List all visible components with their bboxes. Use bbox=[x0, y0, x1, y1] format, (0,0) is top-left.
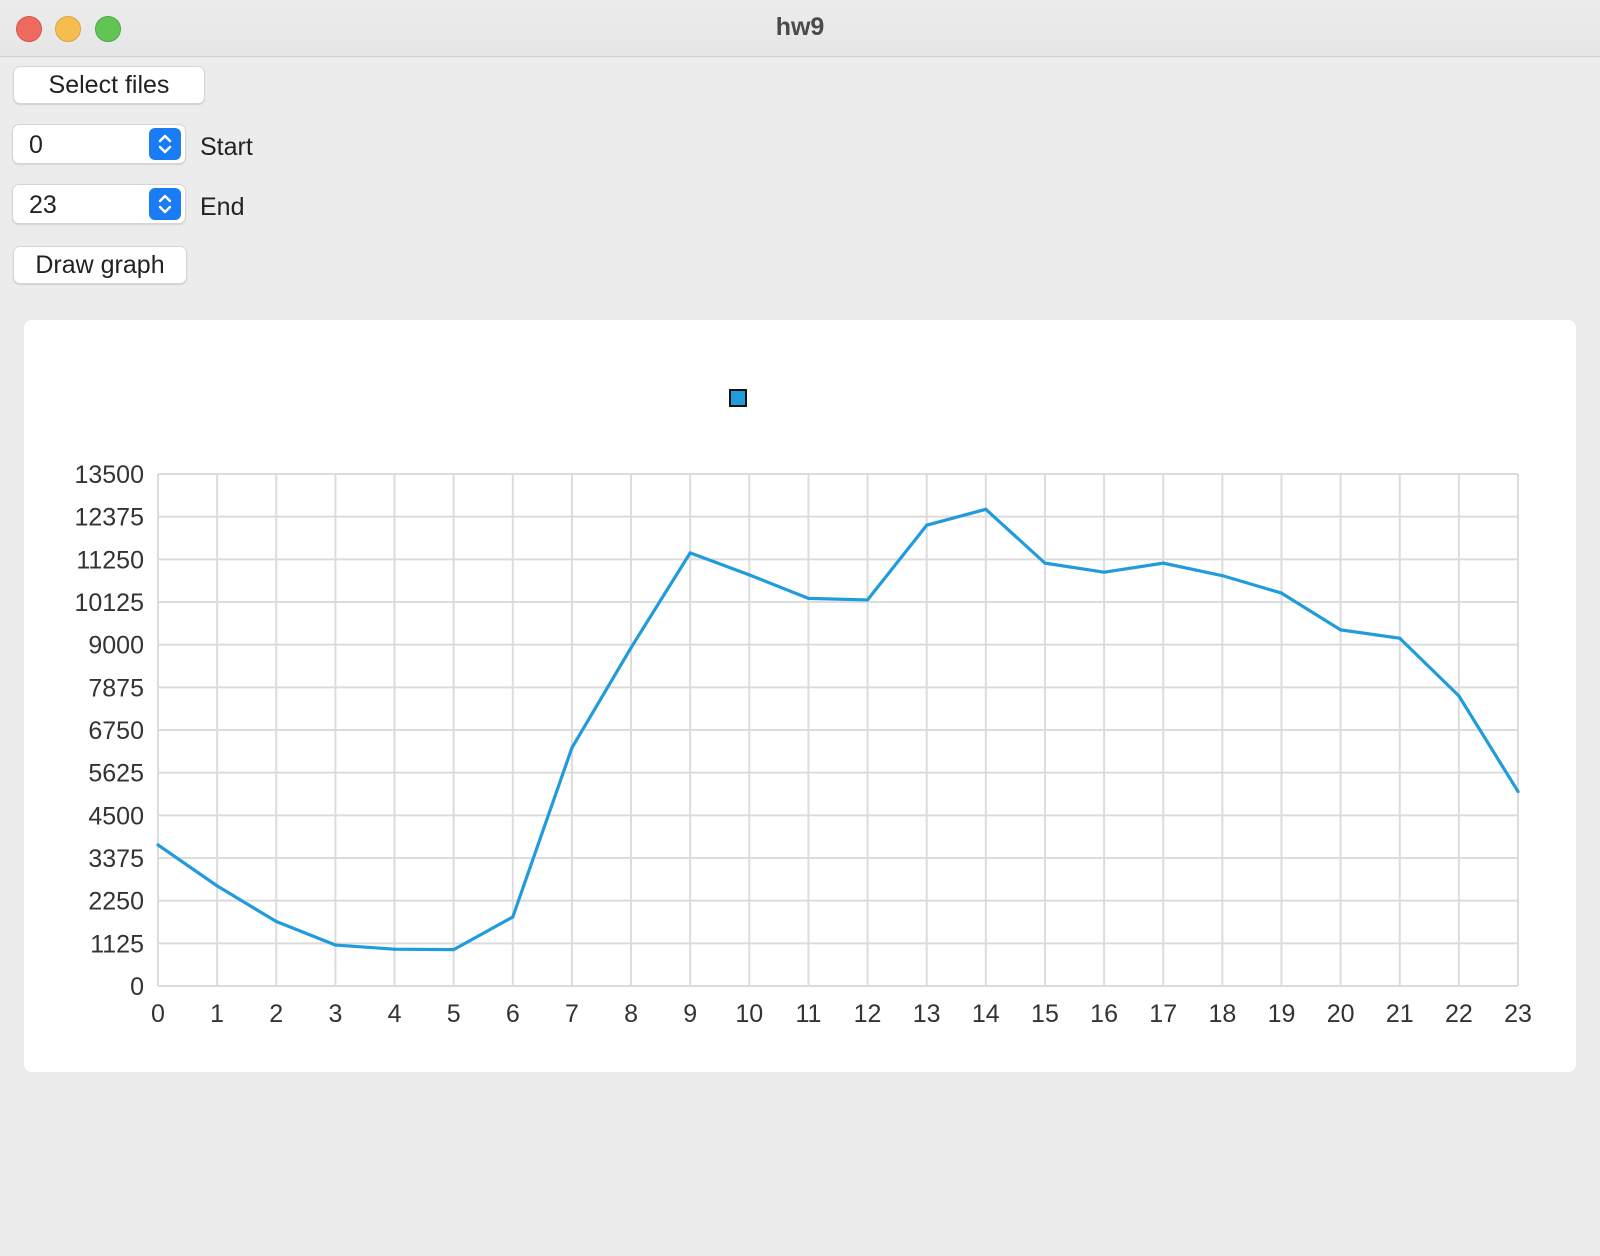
x-tick-label: 19 bbox=[1268, 1000, 1296, 1028]
y-tick-label: 2250 bbox=[88, 888, 144, 916]
x-tick-label: 9 bbox=[683, 1000, 697, 1028]
data-point bbox=[806, 596, 811, 600]
x-tick-label: 11 bbox=[795, 1000, 821, 1028]
start-spinbox[interactable]: 0 bbox=[12, 124, 186, 164]
end-stepper[interactable] bbox=[149, 188, 181, 220]
data-point bbox=[1516, 789, 1520, 794]
x-tick-label: 21 bbox=[1386, 1000, 1414, 1028]
x-tick-label: 0 bbox=[151, 1000, 165, 1028]
y-tick-label: 1125 bbox=[90, 930, 144, 958]
data-point bbox=[747, 573, 751, 577]
x-tick-label: 7 bbox=[565, 1000, 579, 1028]
x-tick-label: 1 bbox=[210, 1000, 224, 1028]
x-tick-label: 13 bbox=[913, 1000, 941, 1028]
x-tick-label: 23 bbox=[1504, 1000, 1532, 1028]
y-tick-label: 5625 bbox=[88, 760, 144, 788]
data-point bbox=[1102, 570, 1106, 574]
up-down-arrows-icon bbox=[158, 134, 172, 154]
data-point bbox=[1279, 591, 1284, 595]
x-tick-label: 10 bbox=[735, 1000, 763, 1028]
data-point bbox=[452, 947, 456, 952]
data-point bbox=[1161, 561, 1165, 565]
data-point bbox=[1043, 561, 1047, 565]
data-point bbox=[1398, 636, 1402, 640]
legend-marker bbox=[729, 389, 747, 407]
x-tick-label: 15 bbox=[1031, 1000, 1059, 1028]
end-spinbox[interactable]: 23 bbox=[12, 184, 186, 224]
x-tick-label: 20 bbox=[1327, 1000, 1355, 1028]
x-tick-label: 12 bbox=[854, 1000, 882, 1028]
x-tick-label: 6 bbox=[506, 1000, 520, 1028]
y-tick-label: 13500 bbox=[74, 461, 144, 489]
start-value: 0 bbox=[29, 131, 43, 159]
y-tick-label: 6750 bbox=[88, 717, 144, 745]
data-point bbox=[865, 598, 870, 602]
x-tick-label: 16 bbox=[1090, 1000, 1118, 1028]
data-point bbox=[511, 915, 515, 919]
y-tick-label: 4500 bbox=[88, 802, 144, 830]
data-point bbox=[392, 947, 397, 951]
chart-panel: 0 1 2 3 4 5 6 7 8 9 10 11 12 13 14 15 16 17 18 19 20 21 22 23 0 1… bbox=[24, 320, 1576, 1072]
y-tick-label: 3375 bbox=[88, 845, 144, 873]
data-point bbox=[333, 943, 337, 947]
y-tick-label: 9000 bbox=[88, 632, 144, 660]
start-label: Start bbox=[200, 133, 253, 161]
data-point bbox=[629, 646, 633, 650]
data-point bbox=[688, 551, 692, 555]
select-files-button[interactable]: Select files bbox=[13, 66, 205, 104]
app-window: hw9 Select files 0 Start 23 End Draw gra… bbox=[0, 0, 1600, 1256]
y-tick-label: 11250 bbox=[76, 546, 144, 574]
data-point bbox=[274, 919, 278, 924]
y-tick-label: 10125 bbox=[74, 589, 144, 617]
x-tick-label: 22 bbox=[1445, 1000, 1473, 1028]
x-tick-label: 2 bbox=[269, 1000, 283, 1028]
title-bar: hw9 bbox=[0, 0, 1600, 57]
data-point bbox=[925, 523, 929, 527]
draw-graph-button[interactable]: Draw graph bbox=[13, 246, 187, 284]
up-down-arrows-icon bbox=[158, 194, 172, 214]
end-label: End bbox=[200, 193, 245, 221]
x-tick-label: 5 bbox=[447, 1000, 461, 1028]
y-tick-label: 0 bbox=[130, 973, 144, 1001]
data-point bbox=[1220, 574, 1224, 578]
data-point bbox=[984, 507, 988, 511]
end-value: 23 bbox=[29, 191, 57, 219]
y-tick-label: 7875 bbox=[88, 674, 144, 702]
window-title: hw9 bbox=[775, 13, 825, 41]
data-point bbox=[215, 884, 219, 888]
y-tick-label: 12375 bbox=[74, 504, 144, 532]
data-point bbox=[570, 746, 574, 750]
data-point bbox=[1457, 694, 1461, 698]
x-tick-label: 18 bbox=[1208, 1000, 1236, 1028]
x-tick-label: 14 bbox=[972, 1000, 1000, 1028]
x-tick-label: 3 bbox=[328, 1000, 342, 1028]
x-tick-label: 17 bbox=[1149, 1000, 1177, 1028]
data-point bbox=[156, 843, 160, 847]
x-tick-label: 8 bbox=[624, 1000, 638, 1028]
line-chart: 0 1 2 3 4 5 6 7 8 9 10 11 12 13 14 15 16 17 18 19 20 21 22 2301… bbox=[74, 389, 1532, 1028]
start-stepper[interactable] bbox=[149, 128, 181, 160]
x-tick-label: 4 bbox=[388, 1000, 402, 1028]
data-point bbox=[1339, 628, 1343, 632]
